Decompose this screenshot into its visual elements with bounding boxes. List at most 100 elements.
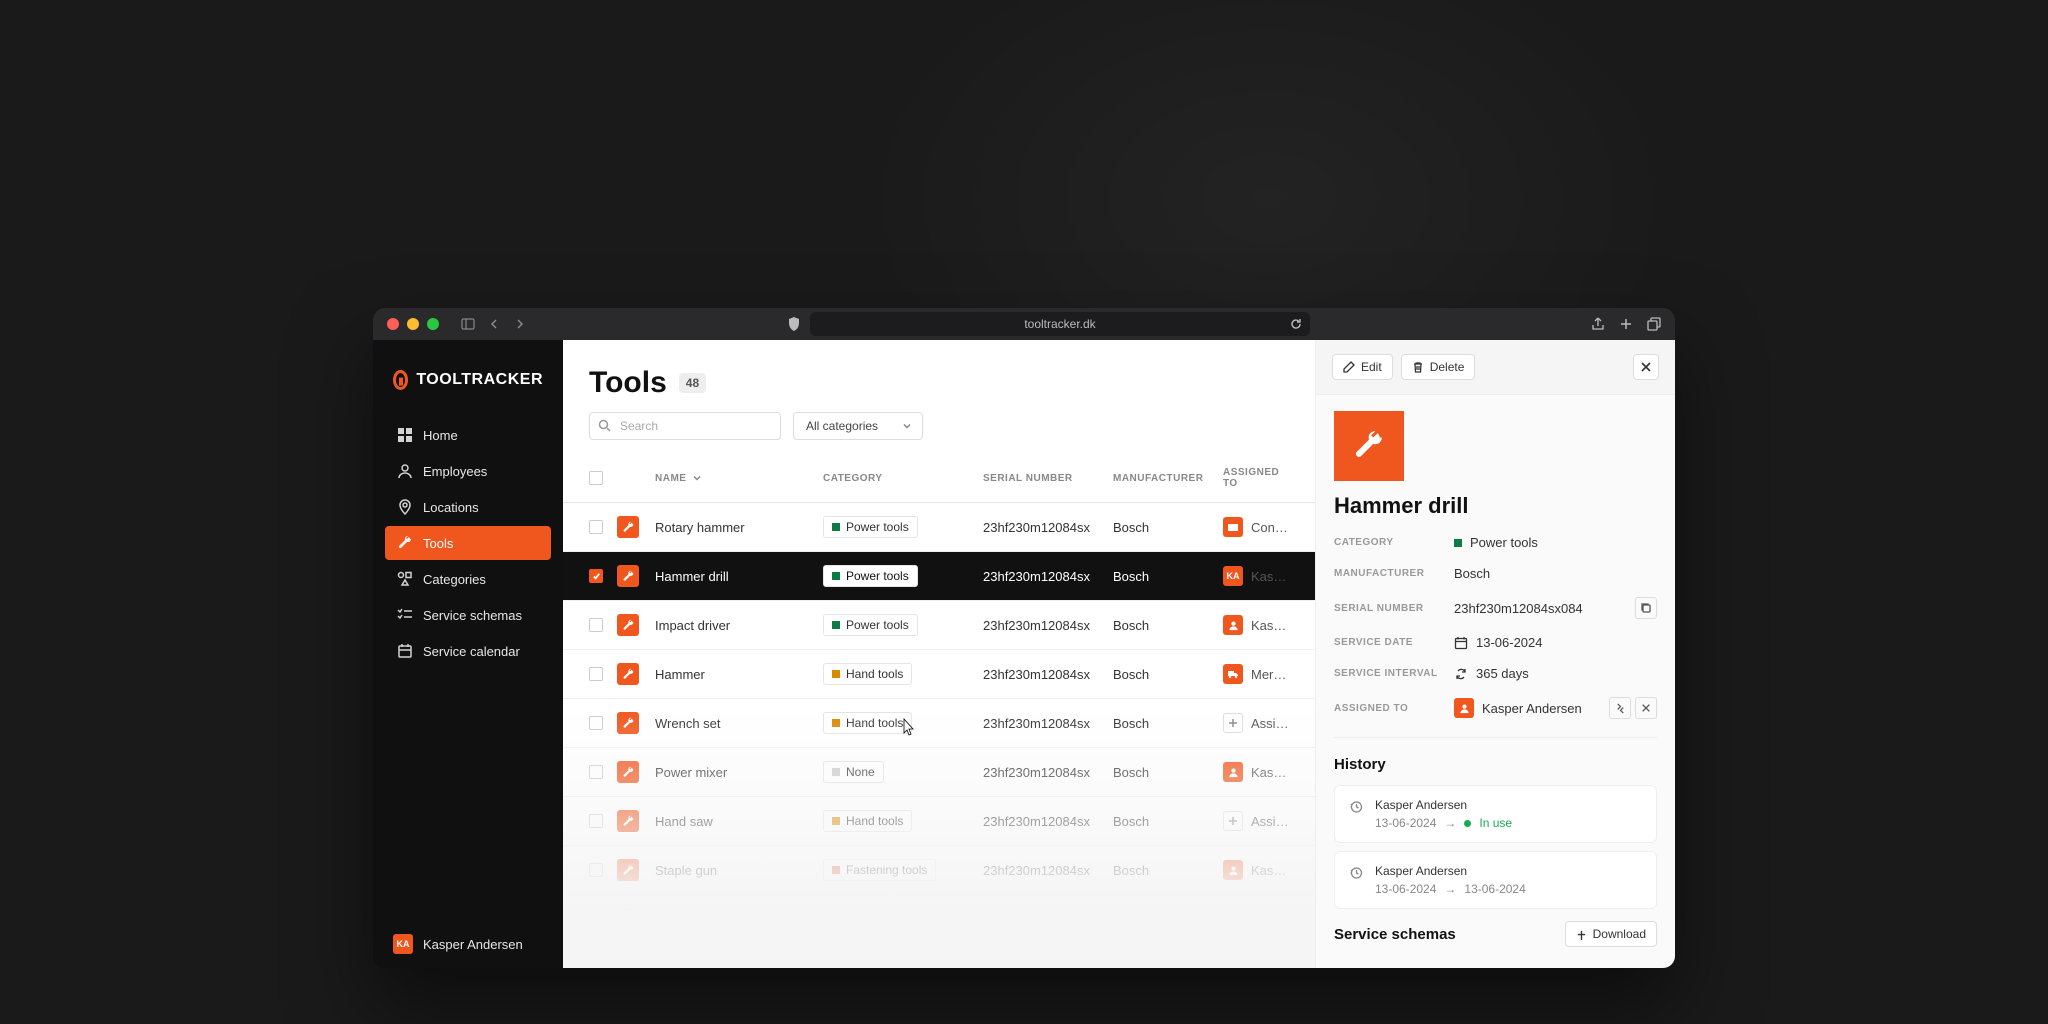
- table-row[interactable]: Screwdriver set Fastening tools 23hf230m…: [563, 895, 1315, 944]
- category-filter[interactable]: All categories: [793, 412, 923, 440]
- manufacturer-cell: Bosch: [1113, 650, 1223, 698]
- nav-forward-icon[interactable]: [511, 315, 529, 333]
- edit-button[interactable]: Edit: [1332, 354, 1393, 380]
- url-text: tooltracker.dk: [1024, 317, 1095, 331]
- close-dot[interactable]: [387, 318, 399, 330]
- manufacturer-cell: Bosch: [1113, 601, 1223, 649]
- serial-cell: 23hf230m12084sx: [983, 699, 1113, 747]
- col-name[interactable]: NAME: [655, 454, 823, 502]
- assign-button[interactable]: [1223, 909, 1243, 929]
- table-row[interactable]: Hand saw Hand tools 23hf230m12084sx Bosc…: [563, 797, 1315, 846]
- nav-back-icon[interactable]: [485, 315, 503, 333]
- current-user[interactable]: KA Kasper Andersen: [373, 920, 563, 968]
- row-checkbox[interactable]: [589, 765, 603, 779]
- manufacturer-cell: Bosch: [1113, 797, 1223, 845]
- reload-icon[interactable]: [1290, 318, 1302, 330]
- history-item: Kasper Andersen13-06-2024→13-06-2024: [1334, 851, 1657, 909]
- assign-button[interactable]: [1223, 811, 1243, 831]
- row-checkbox[interactable]: [589, 912, 603, 926]
- minimize-dot[interactable]: [407, 318, 419, 330]
- category-tag: Hand tools: [823, 712, 912, 734]
- assigned-cell: Mercedes A…: [1223, 664, 1289, 684]
- nav-locations[interactable]: Locations: [385, 490, 551, 524]
- tool-name: Impact driver: [655, 601, 823, 649]
- serial-cell: 23hf230m12084sx: [983, 748, 1113, 796]
- col-assigned[interactable]: ASSIGNED TO: [1223, 454, 1289, 502]
- plus-icon[interactable]: [1619, 317, 1633, 331]
- home-icon: [397, 427, 413, 443]
- row-checkbox[interactable]: [589, 667, 603, 681]
- download-button[interactable]: Download: [1565, 921, 1657, 947]
- row-checkbox[interactable]: [589, 520, 603, 534]
- nav-home[interactable]: Home: [385, 418, 551, 452]
- brand-logo: TOOLTRACKER: [373, 370, 563, 410]
- row-checkbox[interactable]: [589, 814, 603, 828]
- reassign-button[interactable]: [1609, 697, 1631, 719]
- truck-icon: [1223, 664, 1243, 684]
- checklist-icon: [397, 607, 413, 623]
- col-category[interactable]: CATEGORY: [823, 454, 983, 502]
- window-controls: [387, 318, 439, 330]
- browser-chrome: tooltracker.dk: [373, 308, 1675, 340]
- main-content: Tools 48 All categories NAME CATEGORY SE…: [563, 340, 1315, 968]
- col-serial[interactable]: SERIAL NUMBER: [983, 454, 1113, 502]
- col-manufacturer[interactable]: MANUFACTURER: [1113, 454, 1223, 502]
- assigned-cell: Assign tool: [1223, 811, 1289, 831]
- sidebar-toggle-icon[interactable]: [459, 315, 477, 333]
- nav-service-calendar[interactable]: Service calendar: [385, 634, 551, 668]
- wrench-icon: [617, 908, 639, 930]
- detail-manufacturer: Bosch: [1454, 566, 1657, 581]
- row-checkbox[interactable]: [589, 618, 603, 632]
- shield-icon: [788, 317, 800, 331]
- search-input[interactable]: [589, 412, 781, 440]
- search-input-wrap: [589, 412, 781, 440]
- category-tag: Fastening tools: [823, 908, 936, 930]
- category-tag: None: [823, 761, 884, 783]
- person-icon: [1223, 860, 1243, 880]
- manufacturer-cell: Bosch: [1113, 895, 1223, 943]
- assigned-cell: Kasper And…: [1223, 615, 1289, 635]
- tabs-icon[interactable]: [1647, 317, 1661, 331]
- wrench-icon: [617, 859, 639, 881]
- tool-name: Hammer: [655, 650, 823, 698]
- table-row[interactable]: Impact driver Power tools 23hf230m12084s…: [563, 601, 1315, 650]
- row-checkbox[interactable]: [589, 716, 603, 730]
- nav: Home Employees Locations Tools Categorie…: [373, 410, 563, 676]
- nav-tools[interactable]: Tools: [385, 526, 551, 560]
- manufacturer-cell: Bosch: [1113, 846, 1223, 894]
- pin-icon: [397, 499, 413, 515]
- avatar: KA: [393, 934, 413, 954]
- tool-hero-icon: [1334, 411, 1404, 481]
- person-icon: [1223, 615, 1243, 635]
- copy-serial-button[interactable]: [1635, 597, 1657, 619]
- maximize-dot[interactable]: [427, 318, 439, 330]
- assign-button[interactable]: [1223, 713, 1243, 733]
- tool-name: Wrench set: [655, 699, 823, 747]
- tool-name: Rotary hammer: [655, 503, 823, 551]
- assigned-cell: Kasper And…: [1223, 860, 1289, 880]
- table-row[interactable]: Hammer Hand tools 23hf230m12084sx Bosch …: [563, 650, 1315, 699]
- nav-employees[interactable]: Employees: [385, 454, 551, 488]
- history-heading: History: [1334, 756, 1657, 773]
- select-all-checkbox[interactable]: [589, 471, 603, 485]
- url-bar[interactable]: tooltracker.dk: [810, 312, 1310, 336]
- nav-service-schemas[interactable]: Service schemas: [385, 598, 551, 632]
- table-row[interactable]: Staple gun Fastening tools 23hf230m12084…: [563, 846, 1315, 895]
- row-checkbox[interactable]: [589, 569, 603, 583]
- delete-button[interactable]: Delete: [1401, 354, 1476, 380]
- detail-service-interval: 365 days: [1454, 666, 1657, 681]
- assigned-cell: Assign tool: [1223, 713, 1289, 733]
- unassign-button[interactable]: [1635, 697, 1657, 719]
- nav-categories[interactable]: Categories: [385, 562, 551, 596]
- table-row[interactable]: Wrench set Hand tools 23hf230m12084sx Bo…: [563, 699, 1315, 748]
- table-row[interactable]: Rotary hammer Power tools 23hf230m12084s…: [563, 503, 1315, 552]
- row-checkbox[interactable]: [589, 863, 603, 877]
- table-row[interactable]: Power mixer None 23hf230m12084sx Bosch K…: [563, 748, 1315, 797]
- assigned-cell: Assign tool: [1223, 909, 1289, 929]
- serial-cell: 23hf230m12084sx: [983, 503, 1113, 551]
- share-icon[interactable]: [1591, 317, 1605, 331]
- table-row[interactable]: Hammer drill Power tools 23hf230m12084sx…: [563, 552, 1315, 601]
- manufacturer-cell: Bosch: [1113, 748, 1223, 796]
- history-icon: [1349, 800, 1363, 830]
- close-panel-button[interactable]: [1633, 354, 1659, 380]
